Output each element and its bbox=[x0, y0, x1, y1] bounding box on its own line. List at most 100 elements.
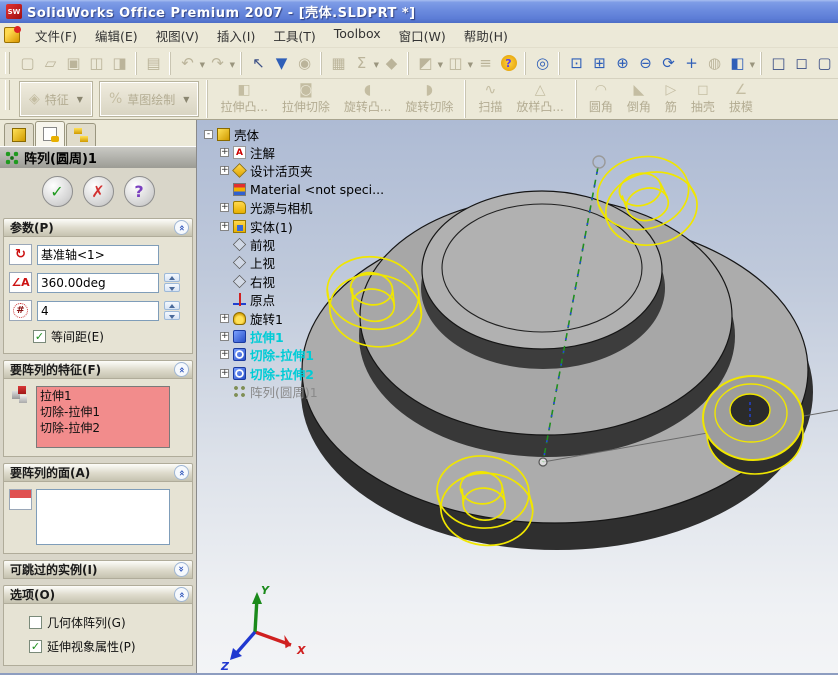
dropdown-caret-icon[interactable]: ▼ bbox=[77, 95, 83, 104]
pattern-feature-item[interactable]: 切除-拉伸2 bbox=[40, 420, 166, 436]
collapse-chevron-icon[interactable]: « bbox=[174, 587, 189, 602]
tree-item[interactable]: + 切除-拉伸1 bbox=[204, 346, 384, 364]
dropdown-caret-icon[interactable]: ▼ bbox=[438, 61, 443, 69]
cancel-button[interactable]: ✗ bbox=[82, 176, 114, 207]
tree-item[interactable]: + 实体(1) bbox=[204, 217, 384, 235]
collapse-chevron-icon[interactable]: « bbox=[174, 465, 189, 480]
print-icon[interactable]: ▤ bbox=[142, 52, 165, 75]
section-header-features[interactable]: 要阵列的特征(F) « bbox=[3, 360, 193, 379]
tree-expander[interactable]: + bbox=[220, 148, 229, 158]
dropdown-caret-icon[interactable]: ▼ bbox=[468, 61, 473, 69]
tree-expander[interactable]: + bbox=[220, 331, 229, 341]
tree-expander[interactable]: + bbox=[220, 313, 229, 323]
menu-item[interactable]: 文件(F) bbox=[26, 23, 86, 48]
rebuild-icon[interactable]: ◆ bbox=[380, 52, 403, 75]
options-icon[interactable]: ≡ bbox=[474, 52, 497, 75]
section-header-options[interactable]: 选项(O) « bbox=[3, 585, 193, 604]
zoom-to-area-icon[interactable]: ⊞ bbox=[588, 52, 611, 75]
undo-icon[interactable]: ↶ ▼ bbox=[176, 52, 205, 75]
equal-spacing-checkbox[interactable]: ✓ bbox=[33, 330, 46, 343]
feature-tool-button[interactable]: ◗ 旋转切除 bbox=[398, 80, 460, 118]
tree-item[interactable]: Material <not speci... bbox=[204, 180, 384, 198]
tree-item[interactable]: 右视 bbox=[204, 272, 384, 290]
tree-item[interactable]: + 光源与相机 bbox=[204, 199, 384, 217]
dimension-icon[interactable]: Σ ▼ bbox=[350, 52, 379, 75]
hidden-lines-visible-icon[interactable]: ◻ bbox=[790, 52, 813, 75]
tree-expander[interactable]: + bbox=[220, 203, 229, 213]
toolbar-grip[interactable] bbox=[5, 52, 10, 74]
ok-button[interactable]: ✓ bbox=[41, 176, 73, 207]
shaded-view-icon[interactable]: ▢ bbox=[813, 52, 836, 75]
dropdown-caret-icon[interactable]: ▼ bbox=[230, 61, 235, 69]
grid-icon[interactable]: ▦ bbox=[327, 52, 350, 75]
propagate-visual-checkbox[interactable]: ✓ bbox=[29, 640, 42, 653]
tree-item[interactable]: 阵列(圆周)1 bbox=[204, 382, 384, 400]
tree-item[interactable]: 原点 bbox=[204, 291, 384, 309]
section-view-icon[interactable]: ◩ ▼ bbox=[414, 52, 443, 75]
menu-item[interactable]: 编辑(E) bbox=[86, 23, 147, 48]
count-spinner[interactable] bbox=[164, 301, 180, 320]
wireframe-view-icon[interactable]: □ bbox=[767, 52, 790, 75]
toggle-selection-icon[interactable]: ◉ bbox=[293, 52, 316, 75]
feature-tool-button[interactable]: % 草图绘制 ▼ bbox=[98, 81, 200, 117]
tree-expander[interactable]: + bbox=[220, 221, 229, 231]
instance-count-input[interactable] bbox=[37, 300, 159, 321]
menu-item[interactable]: 帮助(H) bbox=[455, 23, 517, 48]
tree-expander[interactable]: + bbox=[220, 368, 229, 378]
display-style-icon[interactable]: ◧ ▼ bbox=[726, 52, 755, 75]
feature-tool-button[interactable]: ∿ 扫描 bbox=[471, 80, 509, 118]
feature-tool-button[interactable]: ◧ 拉伸凸... bbox=[213, 80, 274, 118]
feature-tool-button[interactable]: ◻ 抽壳 bbox=[684, 80, 722, 118]
zoom-to-selection-icon[interactable]: ⊖ bbox=[634, 52, 657, 75]
save-icon[interactable]: ▣ bbox=[62, 52, 85, 75]
tree-item[interactable]: + 设计活页夹 bbox=[204, 162, 384, 180]
zoom-in-out-icon[interactable]: ⊕ bbox=[611, 52, 634, 75]
collapse-chevron-icon[interactable]: « bbox=[174, 220, 189, 235]
tree-item[interactable]: - 壳体 bbox=[204, 125, 384, 143]
feature-tool-button[interactable]: ◖ 旋转凸... bbox=[337, 80, 398, 118]
make-drawing-icon[interactable]: ◫ bbox=[85, 52, 108, 75]
redo-icon[interactable]: ↷ ▼ bbox=[206, 52, 235, 75]
new-document-icon[interactable]: ▢ bbox=[16, 52, 39, 75]
angle-spinner[interactable] bbox=[164, 273, 180, 292]
tree-expander[interactable]: + bbox=[220, 166, 229, 176]
dropdown-caret-icon[interactable]: ▼ bbox=[750, 61, 755, 69]
help-icon[interactable]: ? bbox=[497, 52, 520, 75]
tab-configuration-manager[interactable] bbox=[66, 123, 96, 146]
menu-item[interactable]: 窗口(W) bbox=[390, 23, 455, 48]
angle-input[interactable] bbox=[37, 272, 159, 293]
pattern-feature-item[interactable]: 拉伸1 bbox=[40, 388, 166, 404]
pattern-feature-item[interactable]: 切除-拉伸1 bbox=[40, 404, 166, 420]
feature-tool-button[interactable]: ◣ 倒角 bbox=[620, 80, 658, 118]
solidworks-flyout-icon[interactable] bbox=[4, 26, 21, 43]
tree-item[interactable]: + 旋转1 bbox=[204, 309, 384, 327]
open-icon[interactable]: ▱ bbox=[39, 52, 62, 75]
tab-feature-manager[interactable] bbox=[4, 123, 34, 146]
selection-filter-icon[interactable]: ▼ bbox=[270, 52, 293, 75]
expand-chevron-icon[interactable]: « bbox=[174, 562, 189, 577]
feature-tool-button[interactable]: ◠ 圆角 bbox=[582, 80, 620, 118]
feature-tool-button[interactable]: ∠ 拔模 bbox=[722, 80, 760, 118]
section-header-skip[interactable]: 可跳过的实例(I) « bbox=[3, 560, 193, 579]
menu-item[interactable]: 插入(I) bbox=[208, 23, 264, 48]
tree-item[interactable]: + 切除-拉伸2 bbox=[204, 364, 384, 382]
tree-item[interactable]: 前视 bbox=[204, 235, 384, 253]
section-header-parameters[interactable]: 参数(P) « bbox=[3, 218, 193, 237]
toolbar-grip[interactable] bbox=[5, 80, 10, 110]
help-button[interactable]: ? bbox=[123, 176, 155, 207]
features-to-pattern-list[interactable]: 拉伸1 切除-拉伸1 切除-拉伸2 bbox=[36, 386, 170, 448]
tree-item[interactable]: + A 注解 bbox=[204, 143, 384, 161]
tree-expander[interactable]: + bbox=[220, 350, 229, 360]
dropdown-caret-icon[interactable]: ▼ bbox=[374, 61, 379, 69]
zoom-to-fit-icon[interactable]: ⊡ bbox=[565, 52, 588, 75]
faces-to-pattern-list[interactable] bbox=[36, 489, 170, 545]
menu-item[interactable]: Toolbox bbox=[325, 23, 390, 48]
feature-tool-button[interactable]: △ 放样凸... bbox=[509, 80, 570, 118]
geometry-pattern-checkbox[interactable] bbox=[29, 616, 42, 629]
tab-property-manager[interactable] bbox=[35, 121, 65, 146]
dropdown-caret-icon[interactable]: ▼ bbox=[200, 61, 205, 69]
make-assembly-icon[interactable]: ◨ bbox=[108, 52, 131, 75]
feature-tool-button[interactable]: ▷ 筋 bbox=[658, 80, 684, 118]
features-button[interactable]: ◈ 特征 ▼ bbox=[19, 81, 93, 117]
tree-expander[interactable]: - bbox=[204, 129, 213, 139]
